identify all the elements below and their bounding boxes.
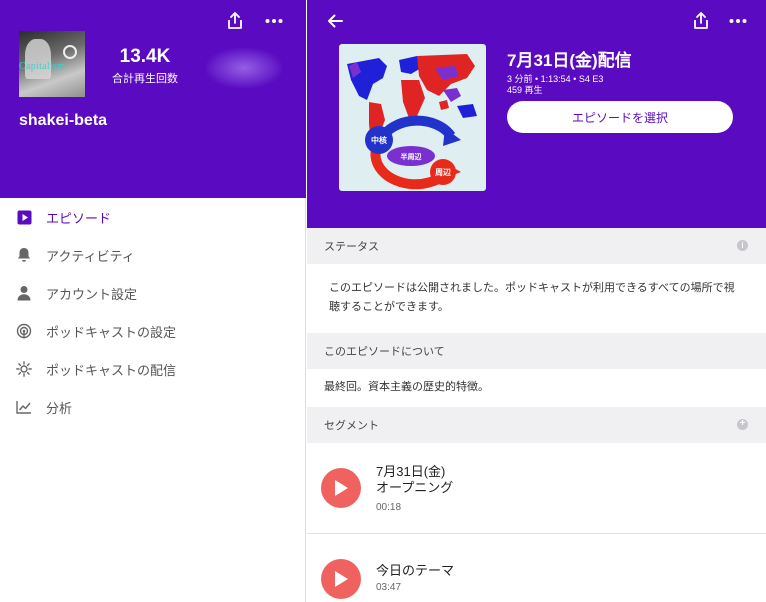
add-segment-icon[interactable]: + [737,419,748,430]
segment-title-line: オープニング [376,480,454,495]
segment-duration: 03:47 [376,582,402,593]
info-icon[interactable]: i [737,240,748,251]
sidebar-item-label: アカウント設定 [46,286,138,302]
episode-header: 中核 半周辺 周辺 7月31日(金)配信 3 分前 • 1:13:54 • S4… [307,0,766,228]
episode-cover-image: 中核 半周辺 周辺 [339,44,486,191]
play-button[interactable] [321,468,361,508]
about-section-header: このエピソードについて [307,333,766,369]
more-icon[interactable] [727,10,749,32]
segment-title: 今日のテーマ [376,563,455,578]
about-text: 最終回。資本主義の歴史的特徴。 [324,381,489,393]
cover-label-periphery: 周辺 [435,167,451,177]
status-section-header: ステータス i [307,228,766,264]
play-button[interactable] [321,559,361,599]
broadcast-icon [15,360,33,378]
segments-heading: セグメント [324,420,379,432]
blurred-stat [206,48,282,88]
segment-item[interactable]: 7月31日(金) オープニング 00:18 [307,444,766,532]
sidebar-item-label: アクティビティ [46,248,135,264]
sidebar-item-activity[interactable]: アクティビティ [0,236,306,274]
status-heading: ステータス [324,241,379,253]
bell-icon [15,246,33,264]
sidebar-item-episodes[interactable]: エピソード [0,198,306,236]
about-heading: このエピソードについて [324,346,445,358]
sidebar-nav: エピソード アクティビティ アカウント設定 ポッドキャストの設定 ポッドキャスト… [0,198,306,426]
play-icon [335,571,348,587]
cover-label-core: 中核 [371,135,387,145]
episode-plays: 459 再生 [507,85,543,95]
cover-label-semi-periphery: 半周辺 [401,152,422,161]
segment-item[interactable]: 今日のテーマ 03:47 [307,534,766,602]
back-arrow-icon[interactable] [324,10,346,32]
segments-section-header: セグメント + [307,407,766,443]
play-icon [335,480,348,496]
cover-title: Capitalism [19,61,66,72]
sidebar-item-podcast-distribution[interactable]: ポッドキャストの配信 [0,350,306,388]
podcast-header: Capitalism 13.4K 合計再生回数 shakei-beta [0,0,306,198]
sidebar: Capitalism 13.4K 合計再生回数 shakei-beta エピソー… [0,0,306,602]
segment-title-line: 7月31日(金) [376,464,446,479]
sidebar-item-label: 分析 [46,400,73,416]
share-icon[interactable] [690,10,712,32]
podcast-cover-image[interactable]: Capitalism [19,31,85,97]
episode-meta-line: 3 分前 • 1:13:54 • S4 E3 [507,74,604,84]
segment-duration: 00:18 [376,502,402,513]
sidebar-item-analytics[interactable]: 分析 [0,388,306,426]
status-text: このエピソードは公開されました。ポッドキャストが利用できるすべての場所で視聴する… [329,282,735,313]
episode-meta: 3 分前 • 1:13:54 • S4 E3 459 再生 [507,74,603,96]
play-square-icon [15,208,33,226]
person-icon [15,284,33,302]
podcast-icon [15,322,33,340]
sidebar-item-label: エピソード [46,210,112,226]
sidebar-item-label: ポッドキャストの設定 [46,324,177,340]
segment-title: 7月31日(金) オープニング [376,464,453,496]
sidebar-item-label: ポッドキャストの配信 [46,362,177,378]
chart-icon [15,398,33,416]
total-plays-label: 合計再生回数 [112,73,178,85]
more-icon[interactable] [263,10,285,32]
share-icon[interactable] [224,10,246,32]
sidebar-item-account-settings[interactable]: アカウント設定 [0,274,306,312]
total-plays-value: 13.4K [119,46,171,67]
episode-title: 7月31日(金)配信 [507,51,632,70]
sidebar-item-podcast-settings[interactable]: ポッドキャストの設定 [0,312,306,350]
episode-detail-panel: 中核 半周辺 周辺 7月31日(金)配信 3 分前 • 1:13:54 • S4… [307,0,766,602]
select-episode-button[interactable]: エピソードを選択 [507,101,733,133]
show-name: shakei-beta [19,112,108,129]
